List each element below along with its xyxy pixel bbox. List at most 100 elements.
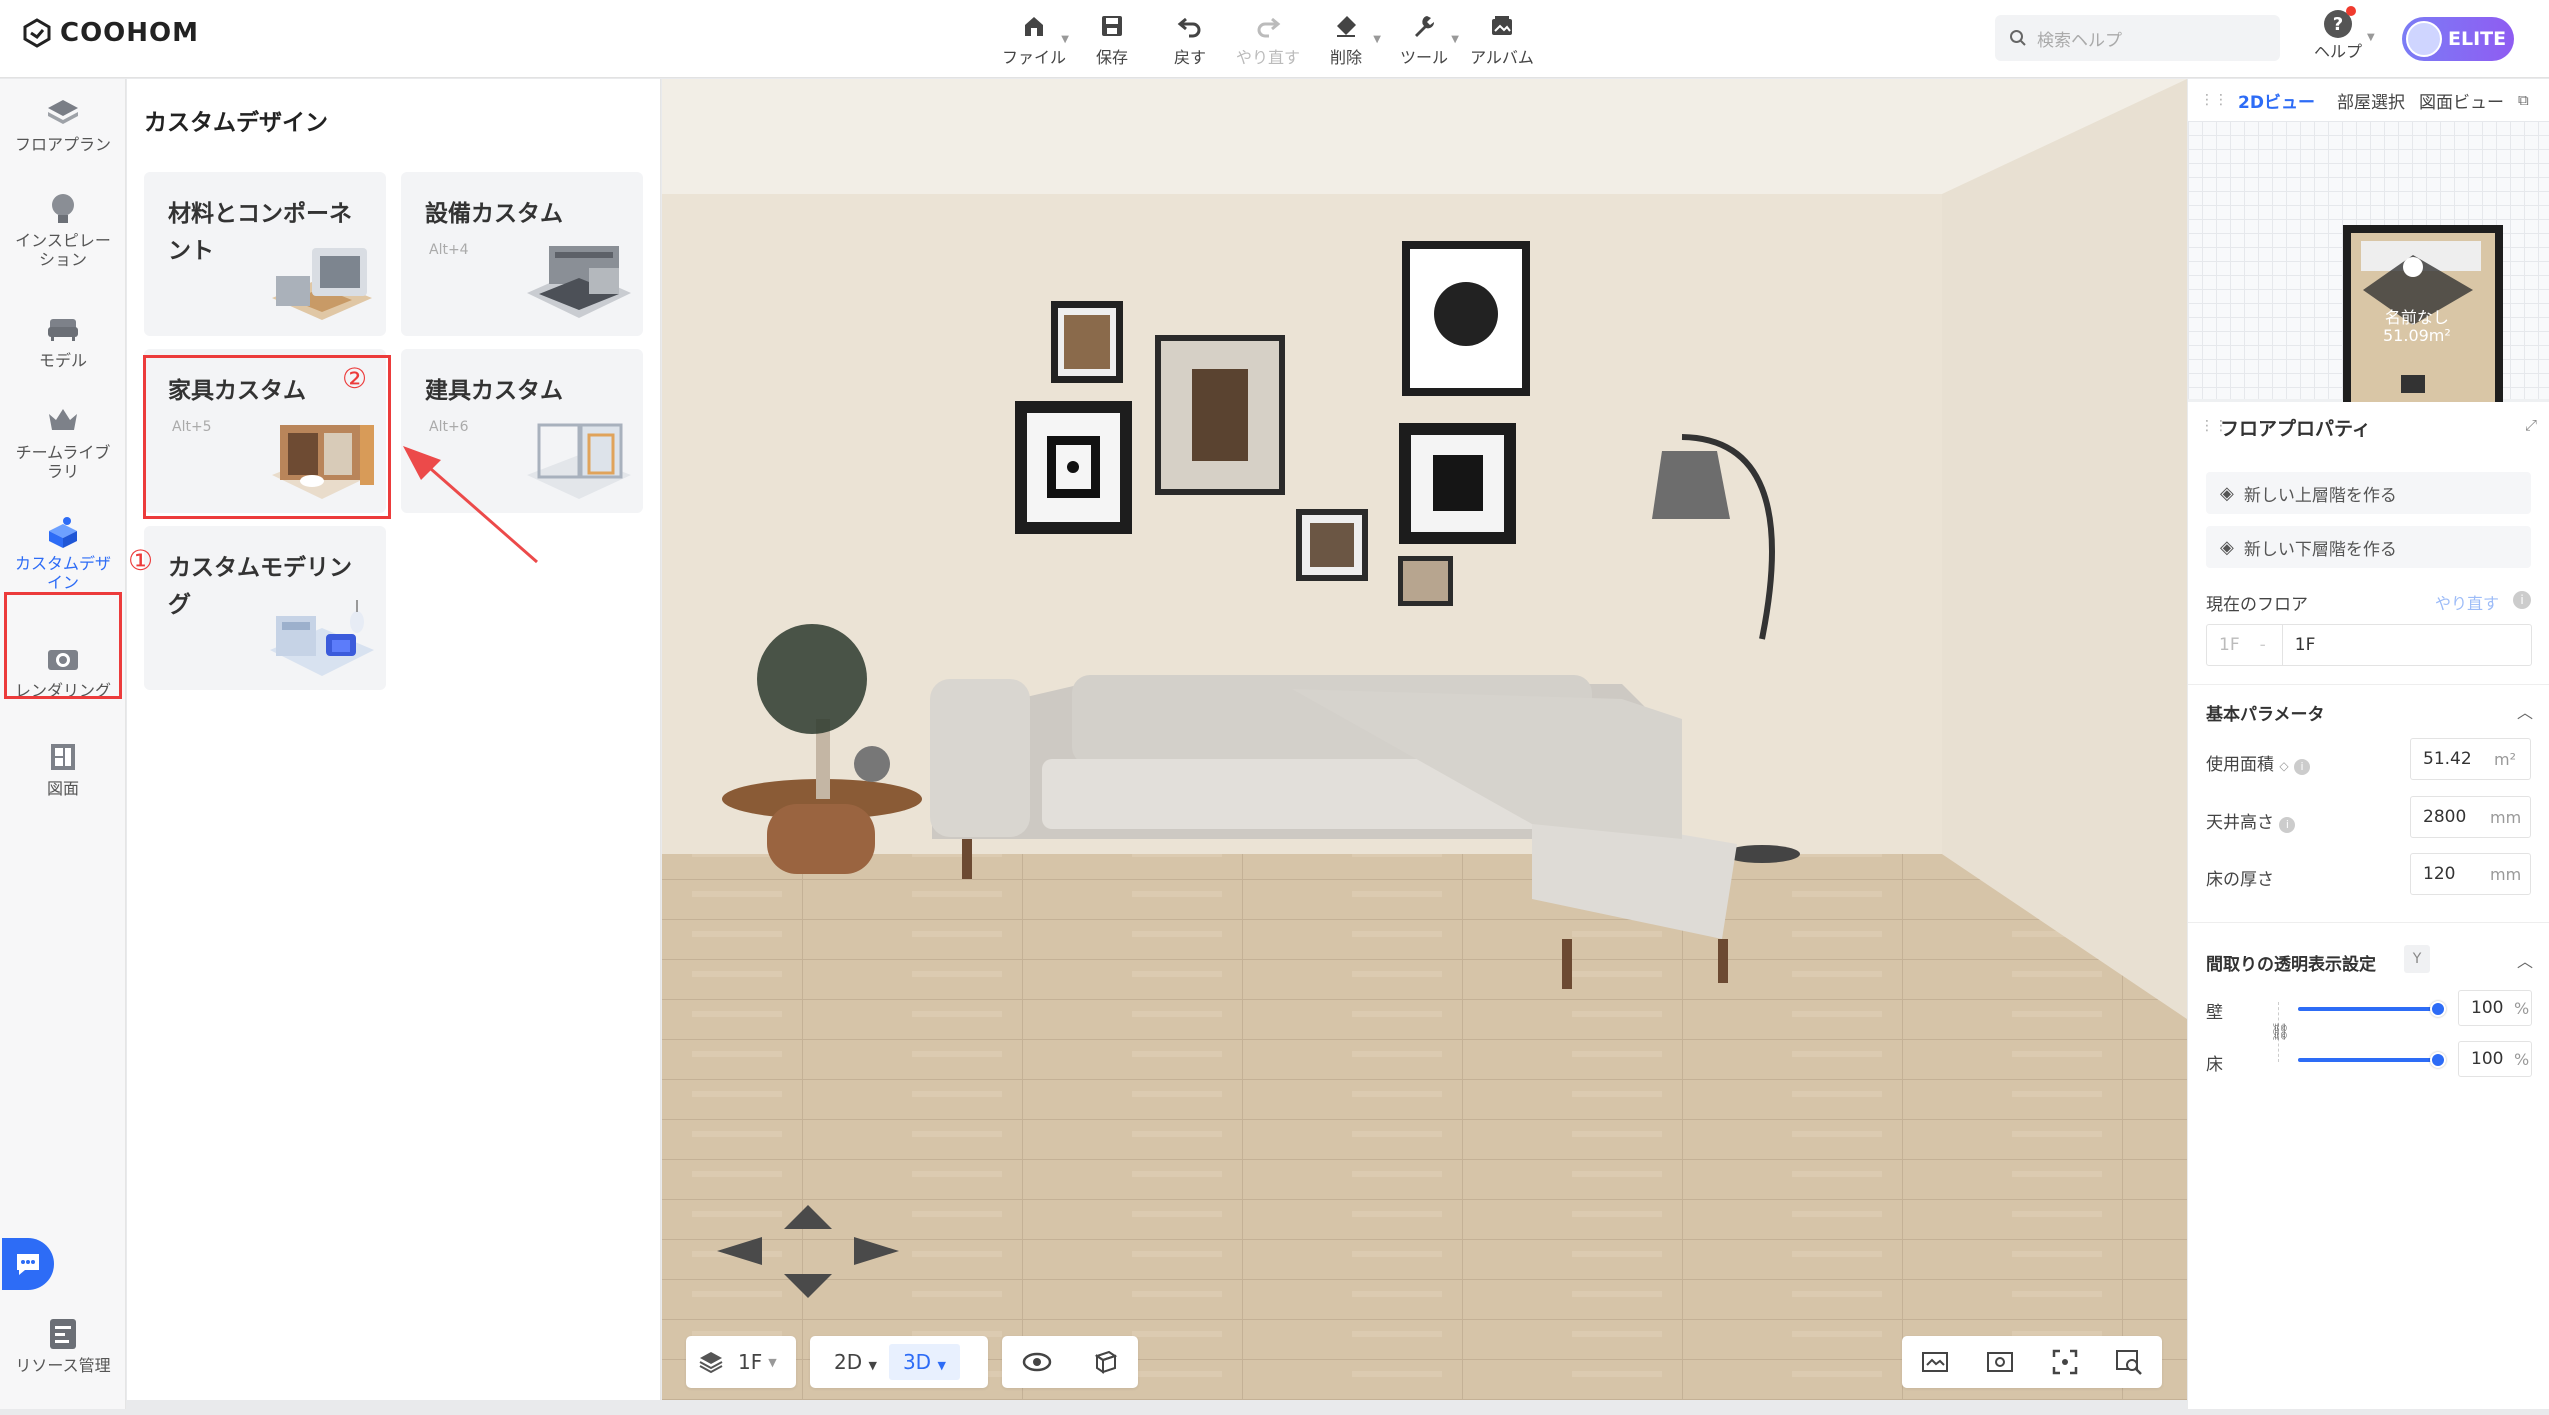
toolbar-eraser-button[interactable]: 削除 ▼ (1307, 8, 1385, 70)
button-label: 新しい下層階を作る (2243, 539, 2397, 560)
elite-badge: ELITE (2448, 28, 2507, 50)
redo-link[interactable]: やり直す (2435, 590, 2499, 614)
zoom-view-icon[interactable] (2114, 1348, 2144, 1376)
wall-slider-knob[interactable] (2430, 1001, 2446, 1017)
chevron-down-icon: ▼ (768, 1355, 777, 1369)
search-box[interactable]: 検索ヘルプ (1995, 15, 2280, 61)
info-icon[interactable]: i (2513, 591, 2531, 609)
card-equipment-custom[interactable]: 設備カスタム Alt+4 (401, 172, 643, 336)
album-icon (1485, 8, 1519, 44)
nav-label: モデル (38, 351, 87, 370)
percent-unit: % (2514, 1050, 2530, 1069)
account-elite-button[interactable]: ELITE (2402, 17, 2514, 61)
focus-icon[interactable] (2051, 1348, 2079, 1376)
nav-floorplan[interactable]: フロアプラン (0, 93, 126, 154)
add-upper-floor-button[interactable]: ◈ 新しい上層階を作る (2206, 472, 2531, 514)
floor-name-field[interactable]: 1F - 1F (2206, 624, 2532, 666)
toolbar-wrench-button[interactable]: ツール ▼ (1385, 8, 1463, 70)
app-logo-text: COOHOM (60, 18, 200, 48)
nav-lightbulb[interactable]: インスピレーション (0, 189, 126, 269)
tab-2d-view[interactable]: 2Dビュー (2238, 88, 2315, 113)
help-button[interactable]: ? ヘルプ (2310, 6, 2366, 70)
toolbar-label: アルバム (1470, 48, 1534, 67)
transparency-title: 間取りの透明表示設定 (2206, 955, 2376, 975)
collapse-chevron-icon[interactable]: ︿ (2517, 948, 2533, 972)
wall-label: 壁 (2206, 1003, 2223, 1023)
cube-icon[interactable] (1091, 1348, 1119, 1376)
toolbar-undo-button[interactable]: 戻す (1151, 8, 1229, 70)
floor-name-value[interactable]: 1F (2281, 625, 2522, 665)
notification-dot (2346, 6, 2356, 16)
toolbar-label: やり直す (1235, 48, 1300, 67)
ceiling-unit: mm (2490, 808, 2522, 827)
wrench-icon (1407, 8, 1441, 44)
nav-blueprint[interactable]: 図面 (0, 737, 126, 798)
chevron-down-icon[interactable]: ▼ (1451, 34, 1459, 45)
toolbar-save-button[interactable]: 保存 (1073, 8, 1151, 70)
area-label: 使用面積 ◇ i (2206, 750, 2311, 775)
wall-value: 100 (2471, 998, 2504, 1018)
3d-viewport[interactable] (662, 79, 2187, 1400)
sofa-icon (43, 309, 83, 349)
nav-label: チームライブラリ (15, 443, 111, 481)
wall-transparency-slider[interactable] (2298, 1007, 2438, 1011)
collapse-chevron-icon[interactable]: ︿ (2517, 699, 2533, 723)
chevron-down-icon[interactable]: ▼ (1373, 34, 1381, 45)
app-logo[interactable]: COOHOM (22, 18, 199, 48)
top-bar: COOHOM ファイル ▼ 保存 戻す やり直す 削除 ▼ ツール ▼ アルバム 検索ヘルプ ? … (0, 0, 2549, 78)
floor-prefix: 1F (2219, 635, 2240, 655)
resource-icon (43, 1314, 83, 1354)
nav-resource-management[interactable]: リソース管理 (0, 1314, 126, 1375)
chat-button[interactable] (2, 1238, 54, 1290)
mode-2d-button[interactable]: 2D ▼ (834, 1350, 877, 1374)
avatar (2406, 21, 2442, 57)
nav-crown[interactable]: チームライブラリ (0, 401, 126, 481)
room-scene (662, 79, 2187, 1400)
toolbar-label: ファイル (1001, 48, 1066, 67)
nav-label: 図面 (46, 779, 79, 798)
card-custom-modeling[interactable]: カスタムモデリング (144, 526, 386, 690)
search-placeholder: 検索ヘルプ (2037, 30, 2122, 51)
expand-icon[interactable]: ⤢ (2525, 416, 2537, 434)
mode-3d-button[interactable]: 3D ▼ (888, 1344, 960, 1380)
floor-properties-panel: ⋮⋮ フロアプロパティ ⤢ ◈ 新しい上層階を作る ◈ 新しい下層階を作る 現在のフ… (2188, 402, 2549, 1409)
tab-room-select[interactable]: 部屋選択 (2337, 88, 2405, 113)
toolbar-label: 保存 (1095, 48, 1128, 67)
nav-sofa[interactable]: モデル (0, 309, 126, 370)
blueprint-icon (43, 737, 83, 777)
floor-transparency-slider[interactable] (2298, 1058, 2438, 1062)
help-caret-icon[interactable]: ▼ (2367, 32, 2375, 43)
layer-add-icon: ◈ (2220, 482, 2234, 504)
card-materials-components[interactable]: 材料とコンポーネント (144, 172, 386, 336)
display-options (1002, 1336, 1138, 1388)
card-title: 建具カスタム (425, 378, 563, 404)
minimap-canvas[interactable]: 名前なし 51.09m² (2188, 121, 2549, 437)
toolbar-home-file-button[interactable]: ファイル ▼ (995, 8, 1073, 70)
room-label: 名前なし 51.09m² (2383, 308, 2451, 345)
save-icon (1095, 8, 1129, 44)
toolbar-label: ツール (1399, 48, 1448, 67)
drag-handle-icon[interactable]: ⋮⋮ (2200, 92, 2228, 108)
floor-slider-knob[interactable] (2430, 1052, 2446, 1068)
add-lower-floor-button[interactable]: ◈ 新しい下層階を作る (2206, 526, 2531, 568)
eye-icon[interactable] (1022, 1351, 1052, 1373)
link-icon[interactable]: ⛓ (2270, 1022, 2290, 1041)
basic-params-title: 基本パラメータ (2206, 705, 2325, 725)
toolbar-redo-button[interactable]: やり直す (1229, 8, 1307, 70)
camera-settings-icon[interactable] (1985, 1349, 2015, 1375)
floor-thickness-value: 120 (2423, 864, 2456, 884)
toolbar-album-button[interactable]: アルバム (1463, 8, 1541, 70)
floor-selector[interactable]: 1F ▼ (686, 1336, 796, 1388)
help-icon: ? (2324, 6, 2356, 38)
tab-drawing-view[interactable]: 図面ビュー (2419, 88, 2504, 113)
screenshot-icon[interactable] (1920, 1349, 1950, 1375)
expand-icon[interactable]: ⧉ (2518, 91, 2529, 109)
ceiling-label: 天井高さ i (2206, 808, 2296, 833)
custom-design-panel: カスタムデザイン 材料とコンポーネント 設備カスタム Alt+4 家具カスタム … (127, 79, 661, 1400)
minimap-tabs: ⋮⋮ 2Dビュー 部屋選択 図面ビュー ⧉ (2188, 79, 2549, 121)
floor-value: 100 (2471, 1049, 2504, 1069)
nav-custom-design[interactable]: カスタムデザイン (0, 512, 126, 592)
chevron-down-icon[interactable]: ▼ (1061, 34, 1069, 45)
chat-icon (17, 1254, 39, 1275)
modeling-illustration-icon (270, 600, 374, 676)
